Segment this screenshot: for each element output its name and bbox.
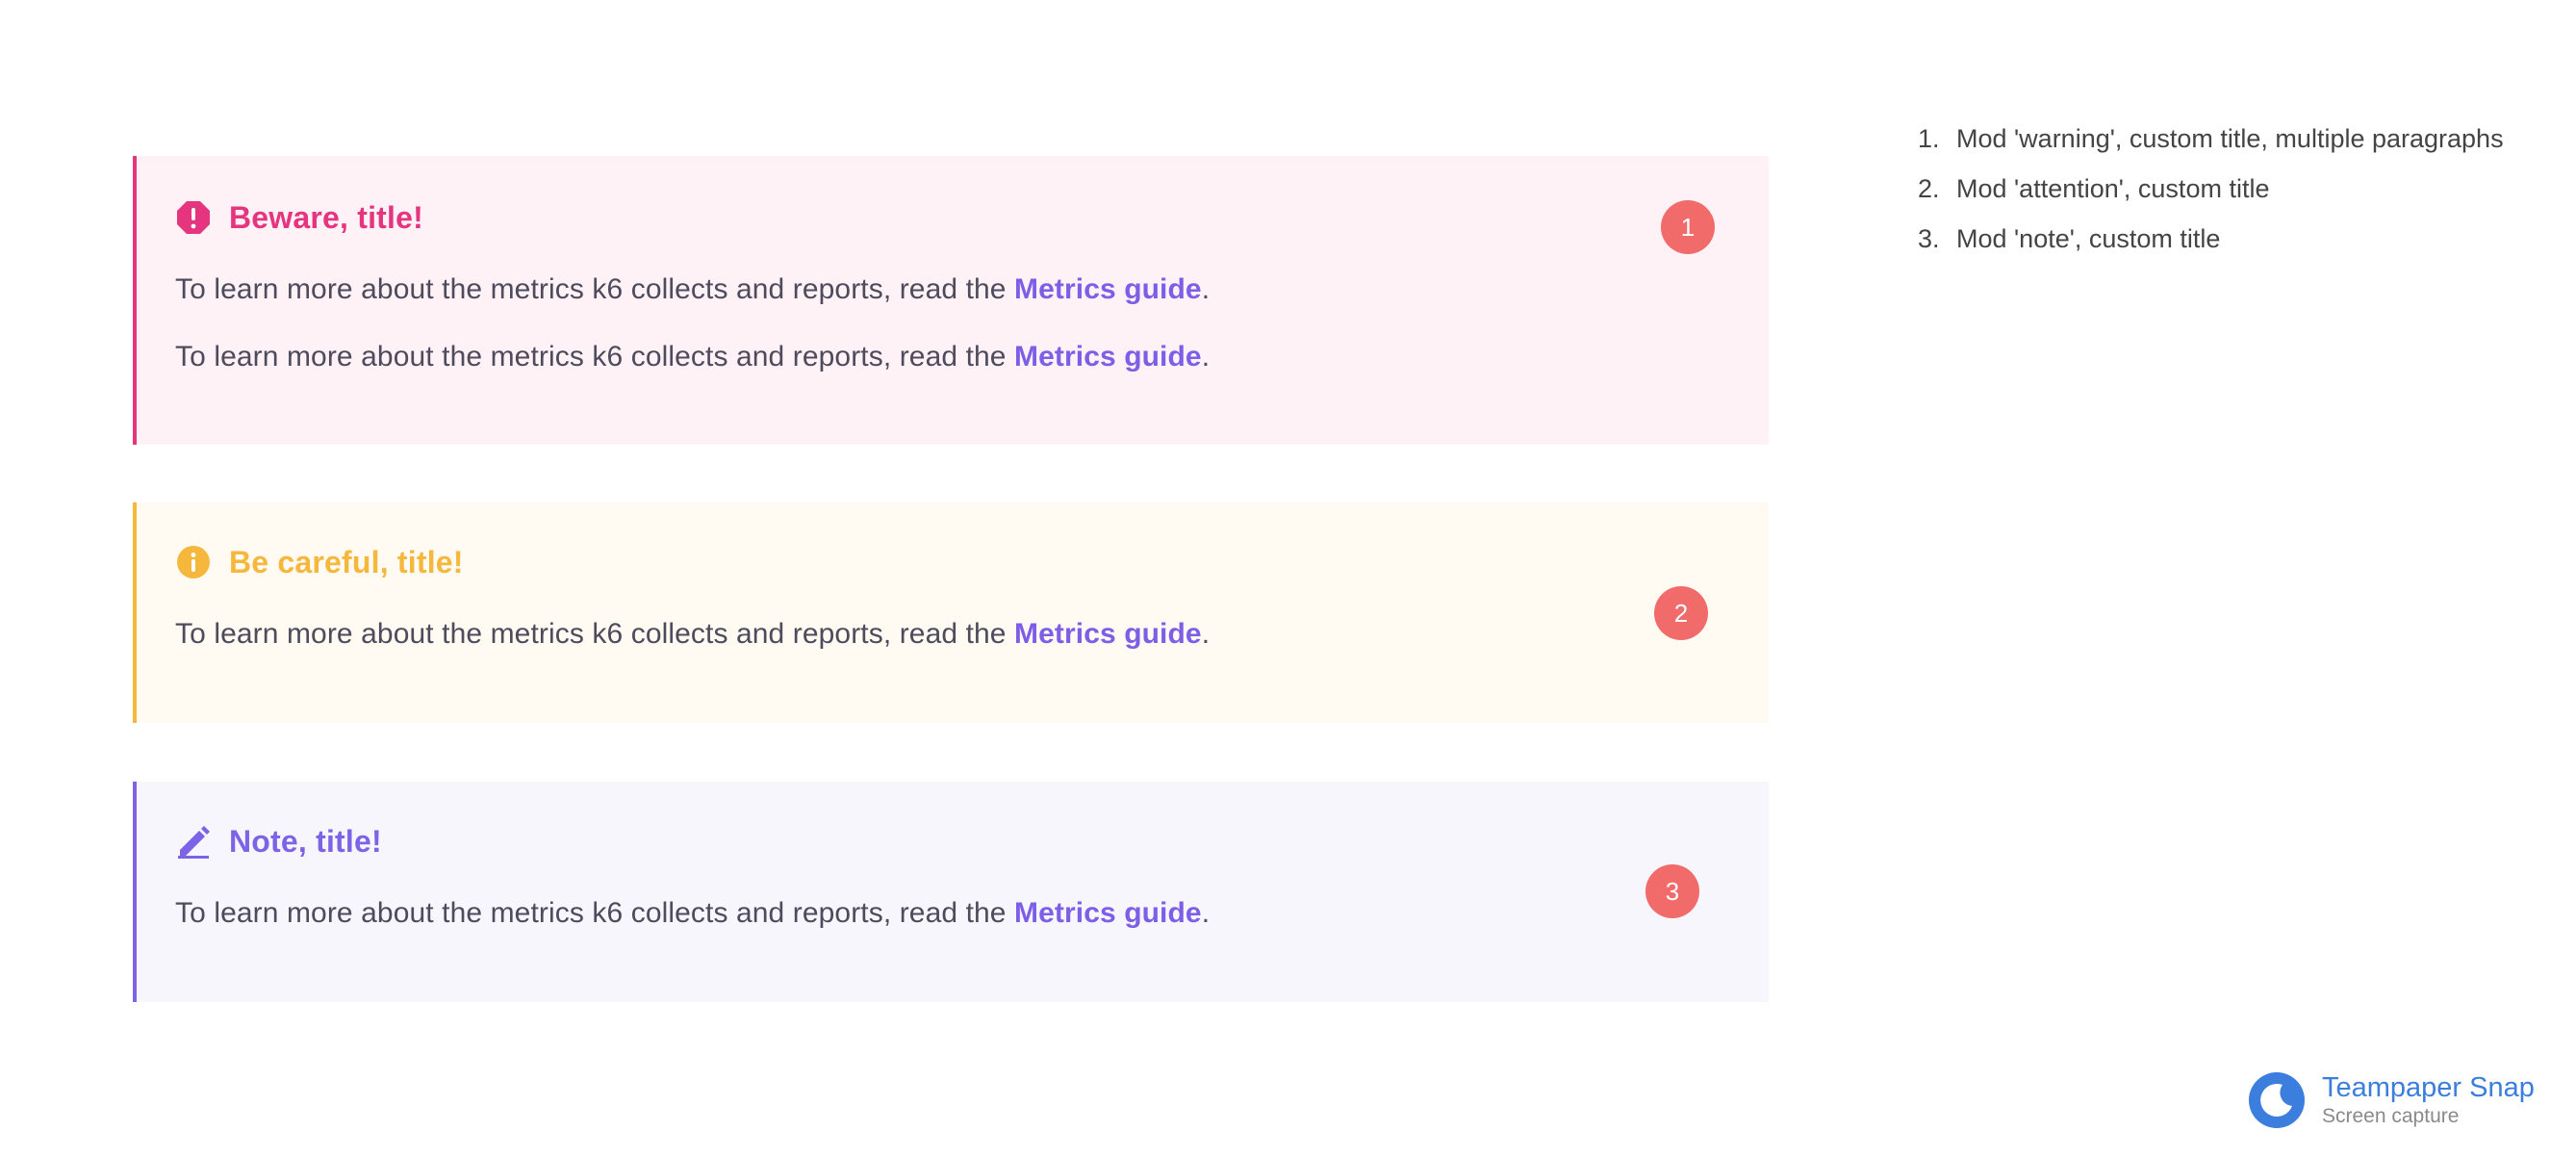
- callout-paragraph: To learn more about the metrics k6 colle…: [175, 273, 1210, 306]
- callout-paragraph: To learn more about the metrics k6 colle…: [175, 341, 1210, 373]
- brand-subtitle: Screen capture: [2322, 1104, 2460, 1127]
- annotation-badge-1: 1: [1661, 200, 1715, 254]
- legend-item: 1. Mod 'warning', custom title, multiple…: [1918, 114, 2504, 164]
- metrics-guide-link[interactable]: Metrics guide: [1014, 341, 1202, 373]
- teampaper-logo-icon: [2247, 1070, 2307, 1130]
- paragraph-text: To learn more about the metrics k6 colle…: [175, 618, 1015, 650]
- callout-title: Be careful, title!: [175, 544, 464, 580]
- annotation-badge-2: 2: [1654, 586, 1708, 640]
- legend-item-text: Mod 'note', custom title: [1956, 223, 2221, 253]
- legend-item-text: Mod 'attention', custom title: [1956, 173, 2270, 203]
- legend-item-number: 3.: [1918, 223, 1940, 253]
- metrics-guide-link[interactable]: Metrics guide: [1014, 897, 1202, 929]
- brand-text: Teampaper Snap Screen capture: [2322, 1072, 2535, 1127]
- paragraph-text: To learn more about the metrics k6 colle…: [175, 897, 1015, 929]
- callout-title-text: Beware, title!: [229, 199, 423, 235]
- legend-item: 2. Mod 'attention', custom title: [1918, 164, 2504, 214]
- annotation-badge-3: 3: [1645, 864, 1699, 918]
- legend-item-text: Mod 'warning', custom title, multiple pa…: [1956, 123, 2504, 153]
- callout-note: Note, title! To learn more about the met…: [133, 782, 1769, 1002]
- paragraph-text: To learn more about the metrics k6 colle…: [175, 341, 1015, 373]
- brand-name: Teampaper Snap: [2322, 1072, 2535, 1104]
- callout-title-text: Be careful, title!: [229, 544, 464, 579]
- paragraph-suffix: .: [1201, 273, 1211, 305]
- paragraph-text: To learn more about the metrics k6 colle…: [175, 273, 1015, 305]
- legend-item-number: 1.: [1918, 123, 1940, 153]
- callout-paragraph: To learn more about the metrics k6 colle…: [175, 897, 1210, 930]
- callout-warning: Beware, title! To learn more about the m…: [133, 156, 1769, 445]
- pencil-icon: [175, 823, 212, 860]
- brand-watermark: Teampaper Snap Screen capture: [2247, 1070, 2535, 1130]
- callout-title-text: Note, title!: [229, 823, 382, 859]
- metrics-guide-link[interactable]: Metrics guide: [1014, 618, 1202, 650]
- legend-item: 3. Mod 'note', custom title: [1918, 214, 2504, 264]
- legend-item-number: 2.: [1918, 173, 1940, 203]
- metrics-guide-link[interactable]: Metrics guide: [1014, 273, 1202, 305]
- paragraph-suffix: .: [1201, 341, 1211, 373]
- paragraph-suffix: .: [1201, 618, 1211, 650]
- callout-title: Note, title!: [175, 823, 382, 860]
- annotation-legend: 1. Mod 'warning', custom title, multiple…: [1918, 114, 2504, 264]
- callout-paragraph: To learn more about the metrics k6 colle…: [175, 618, 1210, 651]
- callout-title: Beware, title!: [175, 199, 423, 236]
- warning-octagon-icon: [175, 199, 212, 236]
- callout-attention: Be careful, title! To learn more about t…: [133, 502, 1769, 723]
- info-circle-icon: [175, 544, 212, 580]
- paragraph-suffix: .: [1201, 897, 1211, 929]
